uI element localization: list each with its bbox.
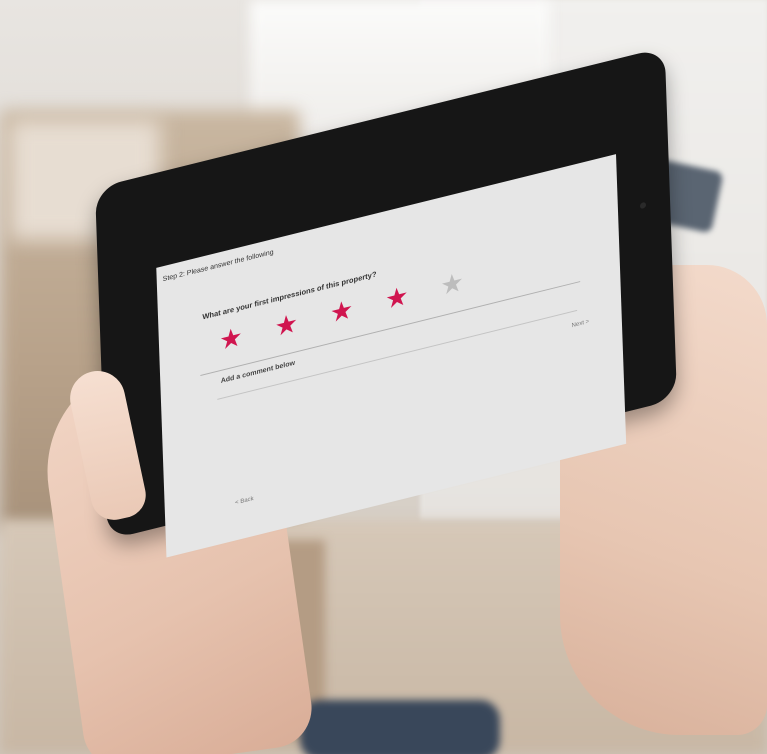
star-2-icon[interactable]: ★ (274, 307, 298, 343)
background-jeans (300, 700, 500, 754)
star-1-icon[interactable]: ★ (219, 321, 243, 357)
star-5-icon[interactable]: ★ (440, 266, 464, 302)
star-3-icon[interactable]: ★ (329, 293, 353, 329)
photo-scene: Step 2: Please answer the following What… (0, 0, 767, 754)
survey-step-title: Step 2: Please answer the following (162, 248, 274, 284)
tablet-camera (639, 201, 647, 210)
back-button[interactable]: < Back (235, 496, 254, 507)
next-button[interactable]: Next > (572, 319, 590, 329)
star-4-icon[interactable]: ★ (385, 280, 409, 316)
